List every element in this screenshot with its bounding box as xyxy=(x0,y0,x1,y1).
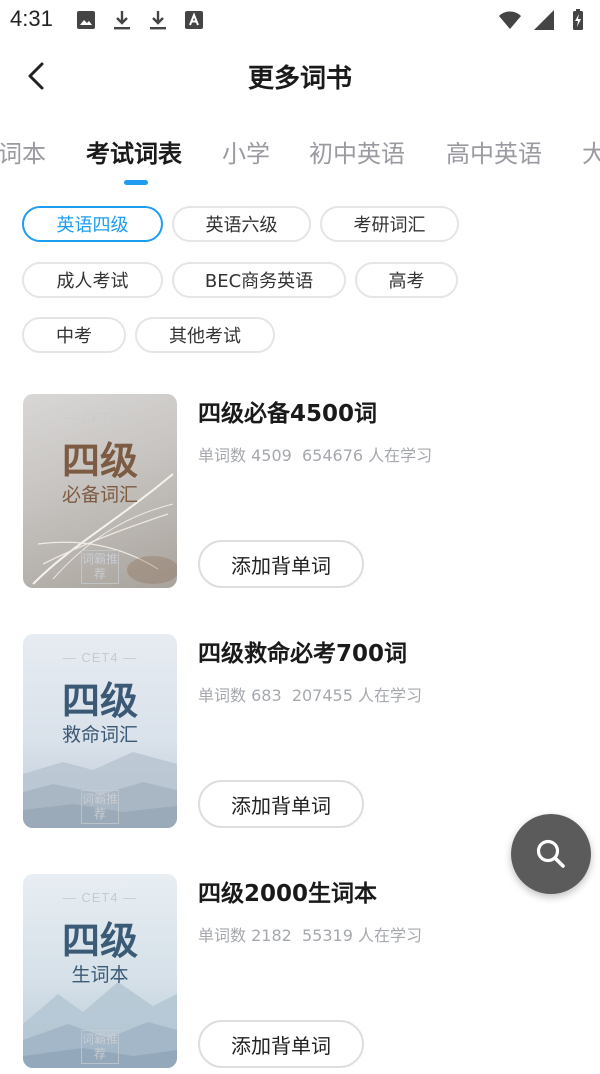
search-icon xyxy=(536,839,565,868)
wifi-icon xyxy=(499,11,521,29)
tab-middle-school-english[interactable]: 初中英语 xyxy=(309,134,405,169)
floating-search-button[interactable] xyxy=(511,814,591,894)
word-count: 单词数 2182 xyxy=(198,926,292,945)
book-meta: 单词数 4509 654676 人在学习 xyxy=(198,442,432,466)
add-to-study-button[interactable]: 添加背单词 xyxy=(198,780,364,828)
tab-high-school-english[interactable]: 高中英语 xyxy=(446,134,542,169)
status-time: 4:31 xyxy=(10,6,53,31)
cover-tag: — CET4 — xyxy=(62,890,138,905)
active-tab-indicator xyxy=(124,180,148,185)
cover-stamp: 词霸推荐 xyxy=(81,1030,119,1064)
cover-subtitle: 生词本 xyxy=(71,964,129,986)
word-count: 单词数 683 xyxy=(198,686,282,705)
image-icon xyxy=(77,11,95,29)
notification-icons xyxy=(74,8,206,32)
word-count: 单词数 4509 xyxy=(198,446,292,465)
learner-count: 55319 人在学习 xyxy=(301,926,422,945)
book-item[interactable]: — CET4 — 四级 救命词汇 词霸推荐 四级救命必考700词 单词数 683… xyxy=(0,634,600,834)
book-cover[interactable]: — CET4 — 四级 必备词汇 词霸推荐 xyxy=(23,394,177,588)
cover-subtitle: 救命词汇 xyxy=(61,724,138,746)
book-meta: 单词数 2182 55319 人在学习 xyxy=(198,922,422,946)
chip-zhongkao[interactable]: 中考 xyxy=(22,317,126,353)
download-icon xyxy=(150,11,166,30)
book-meta: 单词数 683 207455 人在学习 xyxy=(198,682,422,706)
cover-title: 四级 xyxy=(61,919,138,963)
learner-count: 654676 人在学习 xyxy=(301,446,433,465)
page-title: 更多词书 xyxy=(247,64,352,94)
cover-tag: — CET4 — xyxy=(62,650,138,665)
cover-tag: — CET4 — xyxy=(62,410,138,425)
signal-icon xyxy=(534,10,554,30)
cover-subtitle: 必备词汇 xyxy=(61,484,138,506)
chip-cet4[interactable]: 英语四级 xyxy=(22,206,163,242)
chip-postgrad-vocab[interactable]: 考研词汇 xyxy=(320,206,459,242)
battery-charging-icon xyxy=(573,9,583,30)
status-bar: 4:31 xyxy=(0,0,600,40)
book-item[interactable]: — CET4 — 四级 生词本 词霸推荐 四级2000生词本 单词数 2182 … xyxy=(0,874,600,1074)
book-item[interactable]: — CET4 — 四级 必备词汇 词霸推荐 四级必备4500词 单词数 4509… xyxy=(0,394,600,594)
chip-bec-business-english[interactable]: BEC商务英语 xyxy=(172,262,346,298)
book-title[interactable]: 四级必备4500词 xyxy=(198,394,377,428)
book-cover[interactable]: — CET4 — 四级 生词本 词霸推荐 xyxy=(23,874,177,1068)
cover-title: 四级 xyxy=(61,679,138,723)
download-icon xyxy=(114,11,130,30)
cover-stamp: 词霸推荐 xyxy=(81,790,119,824)
tab-vocab-book[interactable]: 词本 xyxy=(0,134,46,169)
tab-primary-school[interactable]: 小学 xyxy=(222,134,270,169)
chip-other-exams[interactable]: 其他考试 xyxy=(135,317,275,353)
chip-adult-exam[interactable]: 成人考试 xyxy=(22,262,163,298)
book-title[interactable]: 四级救命必考700词 xyxy=(198,634,407,668)
chip-gaokao[interactable]: 高考 xyxy=(355,262,458,298)
tab-university[interactable]: 大 xyxy=(582,134,600,169)
add-to-study-button[interactable]: 添加背单词 xyxy=(198,1020,364,1068)
book-title[interactable]: 四级2000生词本 xyxy=(198,874,377,908)
cover-title: 四级 xyxy=(61,439,138,483)
tab-exam-wordlist[interactable]: 考试词表 xyxy=(86,134,182,169)
chip-cet6[interactable]: 英语六级 xyxy=(172,206,311,242)
cover-stamp: 词霸推荐 xyxy=(81,550,119,584)
text-icon xyxy=(185,11,203,29)
book-cover[interactable]: — CET4 — 四级 救命词汇 词霸推荐 xyxy=(23,634,177,828)
header: 更多词书 xyxy=(0,44,600,108)
learner-count: 207455 人在学习 xyxy=(291,686,422,705)
add-to-study-button[interactable]: 添加背单词 xyxy=(198,540,364,588)
category-tabs: 词本 考试词表 小学 初中英语 高中英语 大 xyxy=(0,128,600,188)
system-icons xyxy=(498,8,590,32)
